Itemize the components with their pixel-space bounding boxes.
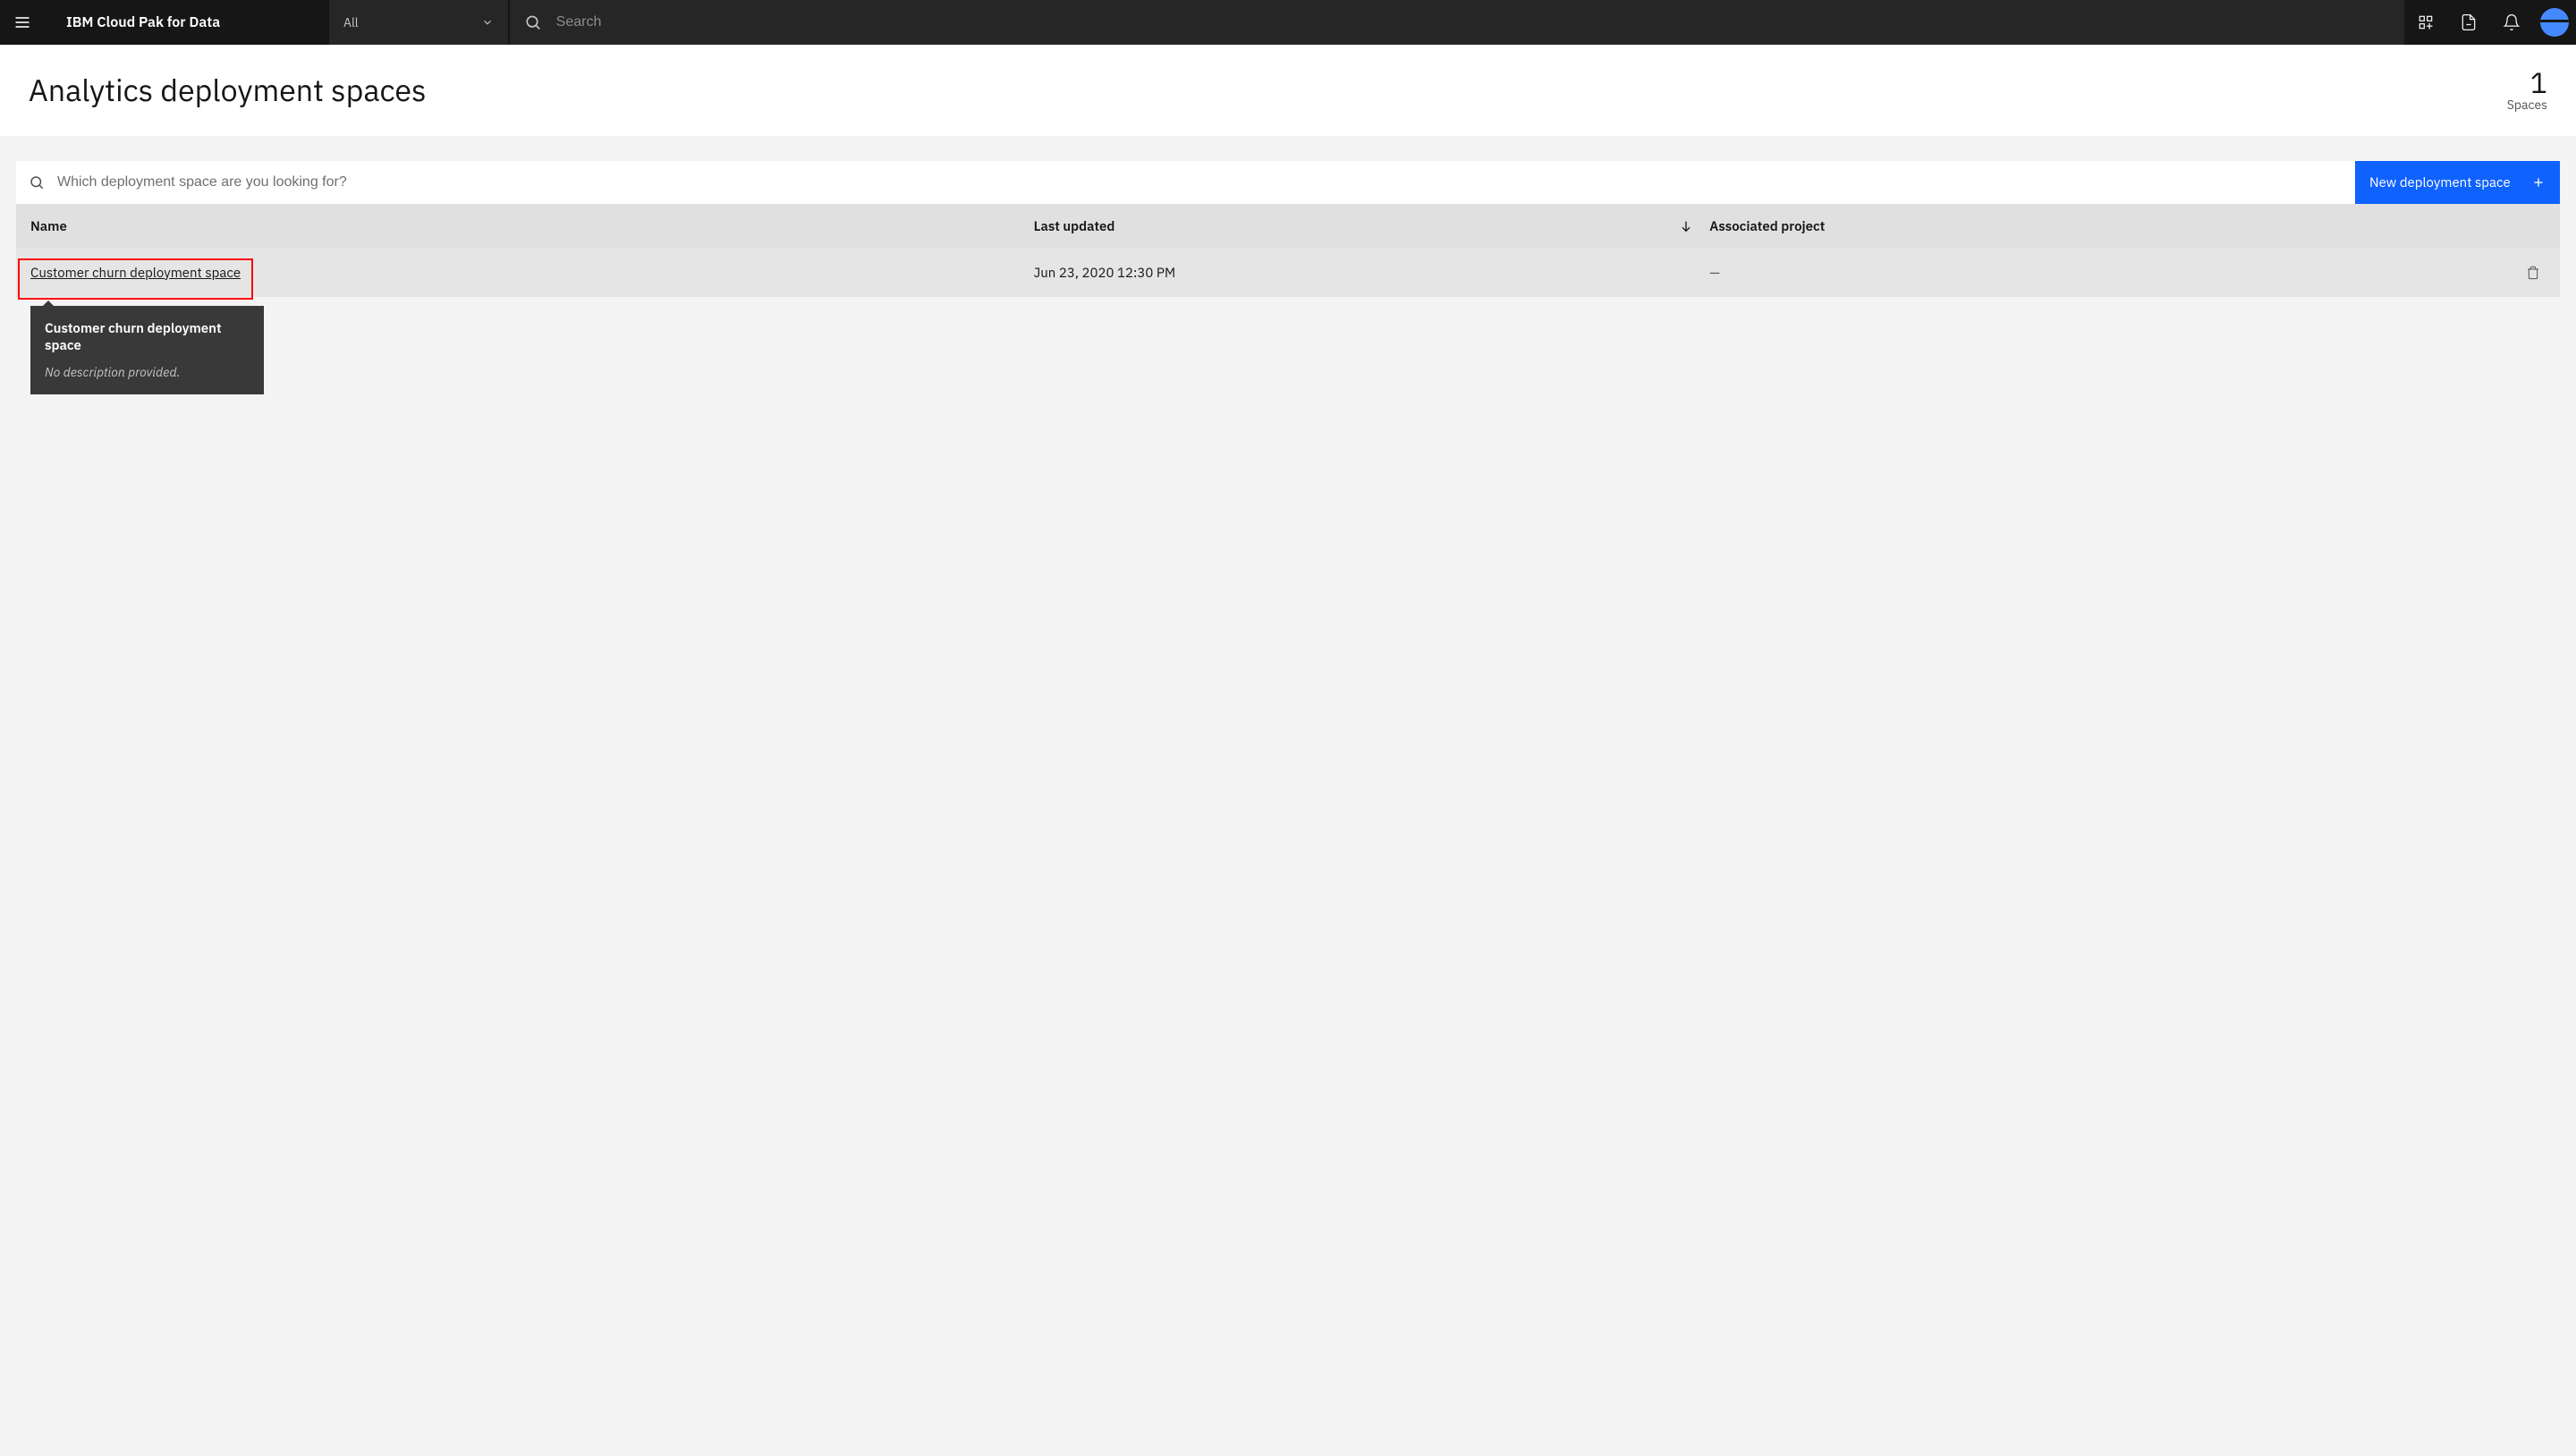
- toolbar: New deployment space: [16, 161, 2560, 204]
- avatar-icon: [2540, 8, 2569, 37]
- filter-dropdown-label: All: [343, 14, 359, 30]
- table-row: Customer churn deployment space Customer…: [16, 249, 2560, 297]
- notifications-button[interactable]: [2490, 0, 2533, 45]
- space-name-link[interactable]: Customer churn deployment space: [30, 265, 241, 282]
- column-header-updated[interactable]: Last updated: [1034, 218, 1708, 235]
- plus-icon: [2531, 175, 2546, 190]
- document-icon: [2460, 13, 2478, 31]
- column-header-project[interactable]: Associated project: [1707, 218, 2506, 235]
- apps-icon: [2417, 13, 2435, 31]
- cell-name: Customer churn deployment space Customer…: [16, 265, 1034, 282]
- column-header-name[interactable]: Name: [16, 218, 1034, 235]
- user-avatar[interactable]: [2533, 0, 2576, 45]
- filter-input-wrapper: [16, 161, 2355, 204]
- spaces-count-label: Spaces: [2507, 97, 2547, 113]
- tooltip-description: No description provided.: [45, 364, 250, 380]
- trash-icon: [2526, 266, 2540, 280]
- spaces-count: 1 Spaces: [2507, 68, 2547, 113]
- new-deployment-space-button[interactable]: New deployment space: [2355, 161, 2560, 204]
- apps-button[interactable]: [2404, 0, 2447, 45]
- main-content: New deployment space Name Last updated A…: [0, 136, 2576, 297]
- hamburger-menu[interactable]: [0, 0, 45, 45]
- search-input[interactable]: [556, 14, 2390, 30]
- docs-button[interactable]: [2447, 0, 2490, 45]
- cell-updated: Jun 23, 2020 12:30 PM: [1034, 265, 1708, 282]
- cell-project: —: [1707, 265, 2506, 282]
- new-button-label: New deployment space: [2369, 174, 2511, 191]
- chevron-down-icon: [481, 16, 494, 29]
- page-title: Analytics deployment spaces: [29, 71, 427, 110]
- page-header: Analytics deployment spaces 1 Spaces: [0, 45, 2576, 136]
- arrow-down-icon: [1679, 219, 1693, 233]
- brand-title: IBM Cloud Pak for Data: [45, 13, 329, 31]
- global-search[interactable]: [510, 0, 2404, 45]
- search-icon: [524, 13, 542, 31]
- table-header: Name Last updated Associated project: [16, 204, 2560, 249]
- spaces-table: Name Last updated Associated project Cus…: [16, 204, 2560, 297]
- tooltip: Customer churn deployment space No descr…: [30, 306, 264, 394]
- filter-input[interactable]: [57, 174, 2343, 190]
- search-icon: [29, 174, 45, 190]
- topbar-actions: [2404, 0, 2576, 45]
- hamburger-icon: [13, 13, 31, 31]
- topbar: IBM Cloud Pak for Data All: [0, 0, 2576, 45]
- tooltip-title: Customer churn deployment space: [45, 320, 250, 355]
- bell-icon: [2503, 13, 2521, 31]
- delete-button[interactable]: [2506, 266, 2560, 280]
- spaces-count-number: 1: [2507, 68, 2547, 97]
- filter-dropdown[interactable]: All: [329, 0, 508, 45]
